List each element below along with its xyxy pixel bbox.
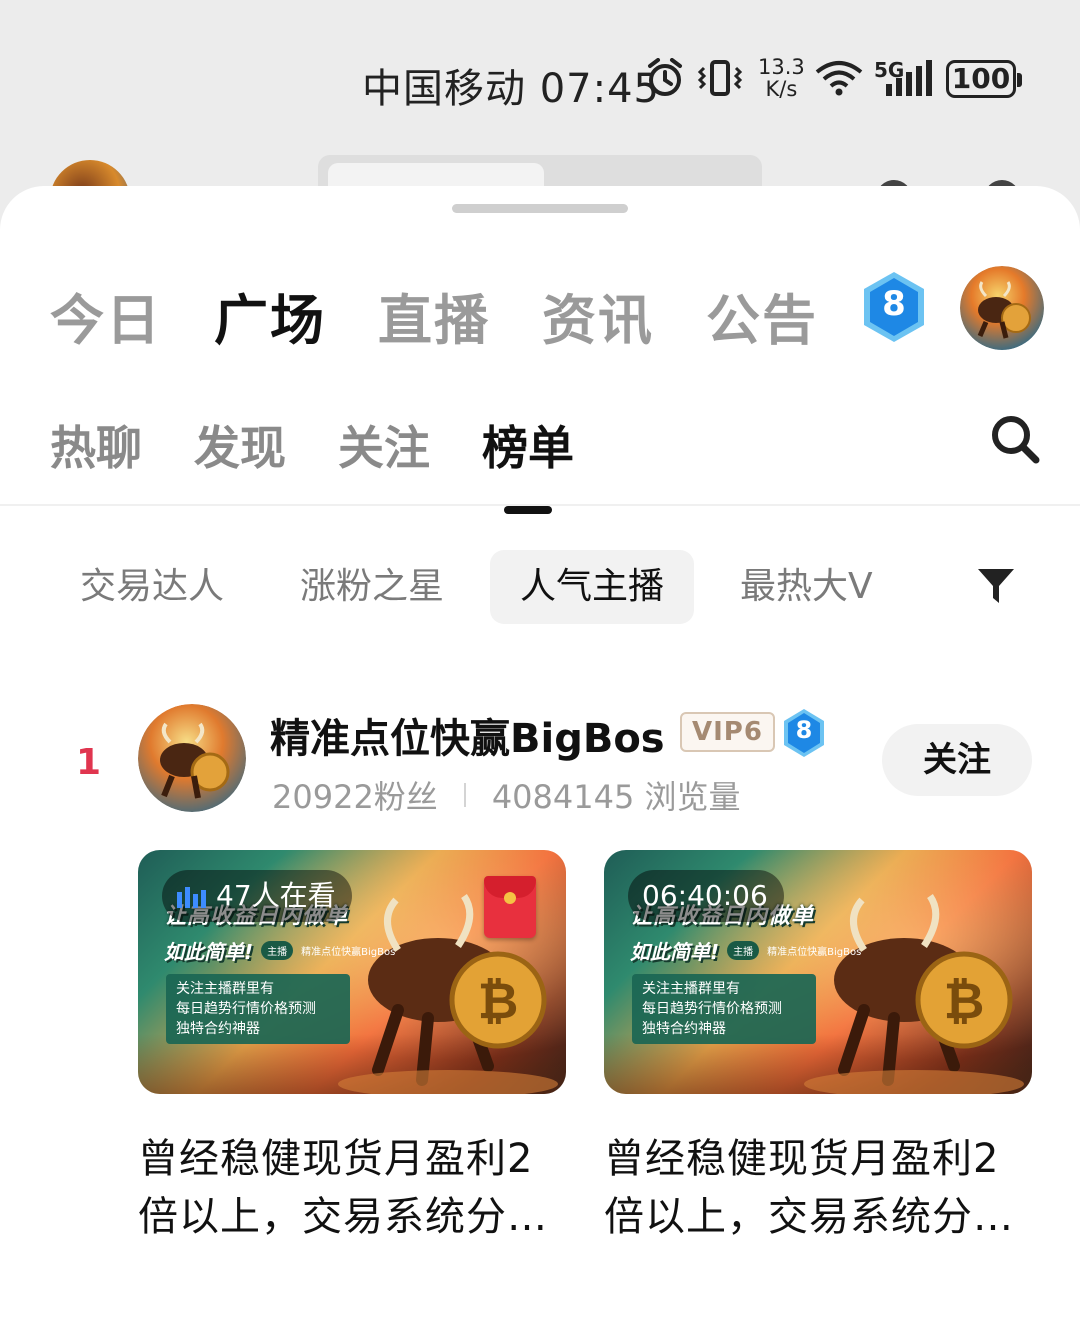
thumbnail-host-name: 精准点位快赢BigBos — [301, 947, 396, 958]
streamer-level-number: 8 — [795, 716, 813, 744]
thumbnail-info-box: 关注主播群里有 每日趋势行情价格预测 独特合约神器 — [166, 974, 350, 1044]
streamer-stats: 20922粉丝 4084145 浏览量 — [272, 772, 741, 818]
user-avatar[interactable] — [960, 266, 1044, 350]
tab-news[interactable]: 资讯 — [542, 276, 654, 355]
thumbnail-info-box: 关注主播群里有 每日趋势行情价格预测 独特合约神器 — [632, 974, 816, 1044]
thumbnail-subheadline: 如此简单! 主播 精准点位快赢BigBos — [630, 936, 861, 965]
svg-text:₿: ₿ — [944, 972, 985, 1030]
chip-hottest-influencers[interactable]: 最热大V — [710, 550, 903, 624]
red-packet-icon[interactable] — [484, 876, 536, 938]
bottom-sheet: 今日 广场 直播 资讯 公告 8 热聊 发现 关注 榜单 交易达人 涨粉之星 人… — [0, 186, 1080, 1324]
net-speed: 13.3 K/s — [758, 56, 805, 100]
follow-button[interactable]: 关注 — [882, 724, 1032, 796]
stream-thumbnail[interactable]: ₿ 让高收益日内做单 如此简单! 主播 精准点位快赢BigBos 关注主播群里有… — [138, 850, 566, 1094]
viewer-count: 47人在看 — [216, 879, 336, 912]
stream-title[interactable]: 曾经稳健现货月盈利2倍以上，交易系统分… — [604, 1130, 1032, 1246]
tab-live[interactable]: 直播 — [378, 276, 490, 355]
stream-title[interactable]: 曾经稳健现货月盈利2倍以上，交易系统分… — [138, 1130, 566, 1246]
bull-avatar-icon — [138, 704, 246, 812]
stream-cards: ₿ 让高收益日内做单 如此简单! 主播 精准点位快赢BigBos 关注主播群里有… — [138, 850, 1032, 1246]
thumbnail-subheadline: 如此简单! 主播 精准点位快赢BigBos — [164, 936, 395, 965]
stats-separator — [463, 783, 466, 807]
streamer-avatar[interactable] — [138, 704, 246, 812]
wifi-icon — [815, 61, 863, 96]
vip-badge: VIP6 — [680, 712, 775, 752]
fans-count: 20922粉丝 — [272, 778, 438, 816]
chip-top-traders[interactable]: 交易达人 — [50, 550, 254, 624]
status-bar: 中国移动 07:45 13.3 K/s 5G 100 — [0, 0, 1080, 150]
streamer-name[interactable]: 精准点位快赢BigBos — [270, 706, 665, 764]
tab-announcements[interactable]: 公告 — [706, 276, 818, 355]
tab-following[interactable]: 关注 — [338, 412, 430, 478]
user-level-number: 8 — [882, 284, 906, 324]
stream-card[interactable]: ₿ 让高收益日内做单 如此简单! 主播 精准点位快赢BigBos 关注主播群里有… — [138, 850, 566, 1246]
views-count: 4084145 浏览量 — [491, 778, 741, 816]
thumbnail-info-line: 每日趋势行情价格预测 — [642, 1001, 782, 1017]
thumbnail-host-name: 精准点位快赢BigBos — [767, 947, 862, 958]
live-bars-icon — [177, 887, 206, 908]
duration-tag: 06:40:06 — [628, 870, 784, 922]
streamer-level-badge: 8 — [782, 708, 826, 758]
top-tab-bar: 今日 广场 直播 资讯 公告 — [50, 276, 818, 355]
filter-icon[interactable] — [976, 566, 1016, 606]
vibrate-icon — [697, 60, 743, 96]
tab-leaderboard[interactable]: 榜单 — [482, 412, 574, 478]
chip-rising-stars[interactable]: 涨粉之星 — [270, 550, 474, 624]
net-speed-value: 13.3 — [758, 55, 805, 79]
tab-square[interactable]: 广场 — [214, 276, 326, 355]
tab-hot-chat[interactable]: 热聊 — [50, 412, 142, 478]
carrier-time: 中国移动 07:45 — [362, 66, 660, 112]
user-level-badge[interactable]: 8 — [860, 270, 928, 344]
thumbnail-host-tag: 主播 — [261, 941, 294, 960]
thumbnail-subheadline-text: 如此简单! — [164, 940, 254, 964]
thumbnail-info-line: 关注主播群里有 — [176, 981, 274, 997]
tab-today[interactable]: 今日 — [50, 276, 162, 355]
thumbnail-info-line: 独特合约神器 — [176, 1021, 260, 1037]
stream-thumbnail[interactable]: ₿ 让高收益日内做单 如此简单! 主播 精准点位快赢BigBos 关注主播群里有… — [604, 850, 1032, 1094]
svg-text:₿: ₿ — [478, 972, 519, 1030]
viewer-count-tag: 47人在看 — [162, 870, 352, 922]
thumbnail-info-line: 独特合约神器 — [642, 1021, 726, 1037]
bull-illustration: ₿ — [804, 893, 1024, 1094]
signal-icon — [886, 60, 932, 96]
category-chips: 交易达人 涨粉之星 人气主播 最热大V — [50, 550, 919, 624]
stream-card[interactable]: ₿ 让高收益日内做单 如此简单! 主播 精准点位快赢BigBos 关注主播群里有… — [604, 850, 1032, 1246]
thumbnail-subheadline-text: 如此简单! — [630, 940, 720, 964]
drag-handle[interactable] — [452, 204, 628, 213]
video-duration: 06:40:06 — [642, 879, 768, 912]
battery-indicator: 100 — [946, 60, 1022, 98]
chip-popular-hosts[interactable]: 人气主播 — [490, 550, 695, 624]
thumbnail-info-line: 关注主播群里有 — [642, 981, 740, 997]
rank-number: 1 — [76, 742, 102, 783]
bull-avatar-icon — [960, 266, 1044, 350]
tab-discover[interactable]: 发现 — [194, 412, 286, 478]
search-icon[interactable] — [988, 412, 1042, 466]
thumbnail-info-line: 每日趋势行情价格预测 — [176, 1001, 316, 1017]
sub-tab-bar: 热聊 发现 关注 榜单 — [50, 412, 574, 478]
thumbnail-host-tag: 主播 — [727, 941, 760, 960]
net-speed-unit: K/s — [765, 77, 798, 101]
divider — [0, 504, 1080, 506]
alarm-icon — [648, 58, 682, 96]
